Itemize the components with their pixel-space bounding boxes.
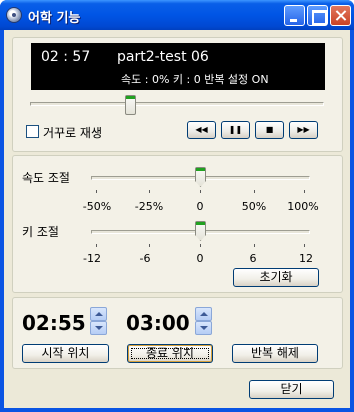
maximize-button[interactable] bbox=[307, 5, 328, 26]
speed-label: 속도 조절 bbox=[22, 171, 70, 185]
rewind-button[interactable]: ◀◀ bbox=[187, 121, 216, 139]
start-time-down-icon[interactable] bbox=[90, 321, 107, 335]
speed-tick-label: -25% bbox=[134, 200, 164, 213]
pause-button[interactable]: ❚❚ bbox=[221, 121, 250, 139]
speed-tick bbox=[200, 190, 201, 193]
position-slider-thumb[interactable] bbox=[125, 95, 136, 115]
track-name: part2-test 06 bbox=[117, 49, 209, 65]
end-time-up-icon[interactable] bbox=[195, 307, 212, 321]
stop-icon: ■ bbox=[265, 125, 274, 134]
key-tick bbox=[96, 244, 97, 247]
speed-tick bbox=[254, 190, 255, 193]
window-frame: 어학 기능 02 : 57 part2-test 06 속도 : 0% 키 : … bbox=[0, 0, 354, 412]
end-time-down-icon[interactable] bbox=[195, 321, 212, 335]
key-tick-label: 0 bbox=[196, 252, 204, 265]
key-tick-label: 6 bbox=[249, 252, 257, 265]
speed-tick-label: 0 bbox=[196, 200, 204, 213]
key-tick bbox=[304, 244, 305, 247]
rewind-icon: ◀◀ bbox=[195, 125, 208, 134]
start-time-up-icon[interactable] bbox=[90, 307, 107, 321]
status-text: 속도 : 0% 키 : 0 반복 설정 ON bbox=[121, 73, 269, 86]
speed-tick bbox=[149, 190, 150, 193]
key-tick bbox=[200, 244, 201, 247]
track-display: 02 : 57 part2-test 06 속도 : 0% 키 : 0 반복 설… bbox=[31, 43, 325, 90]
speed-tick-label: 100% bbox=[287, 200, 319, 213]
clear-repeat-button[interactable]: 반복 해제 bbox=[232, 344, 318, 363]
app-cd-icon bbox=[6, 7, 22, 23]
minimize-button[interactable] bbox=[284, 5, 305, 26]
speed-tick-label: -50% bbox=[82, 200, 112, 213]
key-tick-label: -6 bbox=[139, 252, 151, 265]
close-button[interactable]: 닫기 bbox=[249, 380, 334, 399]
reverse-play-checkbox[interactable] bbox=[26, 125, 39, 138]
repeat-end-time: 03:00 bbox=[126, 311, 190, 335]
dialog-client: 02 : 57 part2-test 06 속도 : 0% 키 : 0 반복 설… bbox=[4, 30, 350, 408]
repeat-start-time: 02:55 bbox=[22, 311, 86, 335]
speed-tick bbox=[96, 190, 97, 193]
forward-icon: ▶▶ bbox=[297, 125, 310, 134]
set-start-button[interactable]: 시작 위치 bbox=[22, 344, 109, 363]
close-window-button[interactable] bbox=[330, 5, 351, 26]
current-time: 02 : 57 bbox=[41, 49, 91, 65]
stop-button[interactable]: ■ bbox=[255, 121, 284, 139]
key-tick bbox=[149, 244, 150, 247]
pause-icon: ❚❚ bbox=[228, 125, 243, 134]
position-slider-track[interactable] bbox=[30, 102, 324, 106]
key-tick-label: 12 bbox=[299, 252, 313, 265]
reset-button[interactable]: 초기화 bbox=[233, 268, 319, 287]
window-title: 어학 기능 bbox=[28, 11, 81, 26]
key-tick bbox=[254, 244, 255, 247]
key-label: 키 조절 bbox=[22, 225, 59, 239]
speed-tick-label: 50% bbox=[241, 200, 267, 213]
set-end-button[interactable]: 종료 위치 bbox=[127, 344, 213, 363]
reverse-play-label: 거꾸로 재생 bbox=[43, 126, 103, 140]
speed-tick bbox=[304, 190, 305, 193]
title-bar[interactable]: 어학 기능 bbox=[0, 0, 354, 30]
fast-forward-button[interactable]: ▶▶ bbox=[289, 121, 318, 139]
key-tick-label: -12 bbox=[83, 252, 101, 265]
